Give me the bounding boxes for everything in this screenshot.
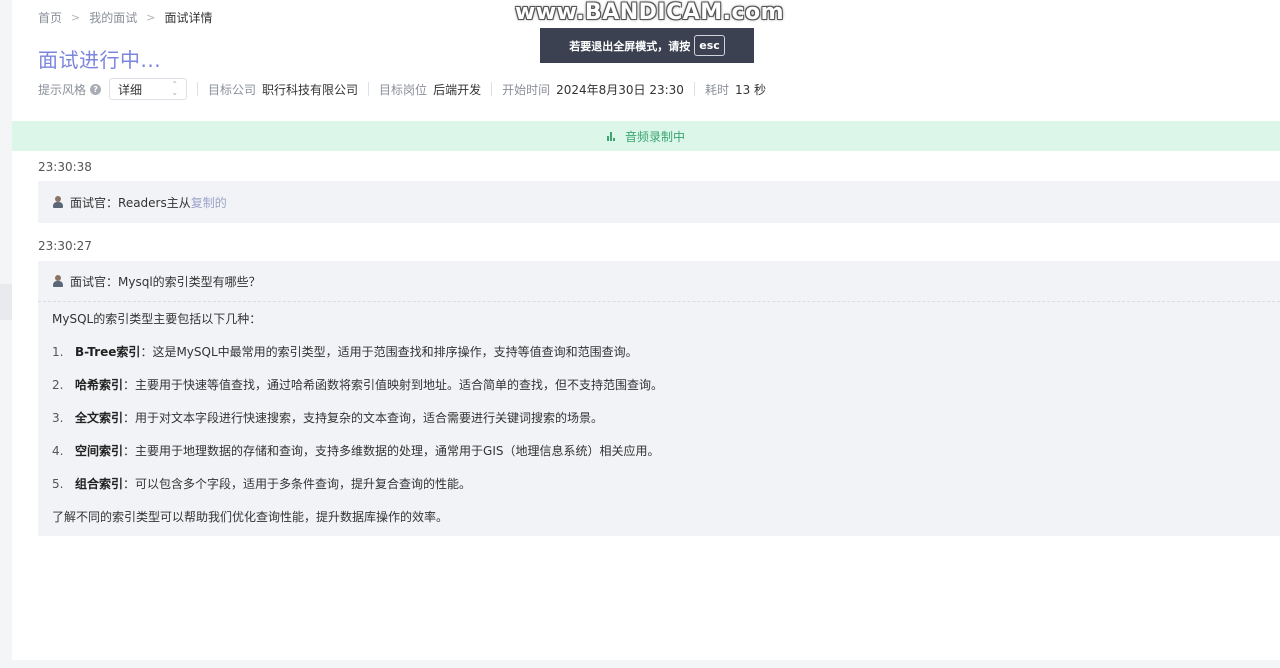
hint-style-label: 提示风格	[38, 82, 87, 97]
esc-key-badge: esc	[694, 35, 725, 56]
answer-outro: 了解不同的索引类型可以帮助我们优化查询性能，提升数据库操作的效率。	[52, 510, 449, 524]
list-item: 3. 全文索引 ：用于对文本字段进行快速搜索，支持复杂的文本查询，适合需要进行关键词…	[52, 411, 604, 425]
interviewer-avatar-icon	[52, 275, 64, 287]
record-timestamp: 23:30:27	[38, 239, 92, 253]
fullscreen-exit-toast: 若要退出全屏模式，请按 esc	[540, 28, 754, 63]
breadcrumb-my-interviews[interactable]: 我的面试	[89, 9, 137, 26]
company-value: 职行科技有限公司	[262, 82, 359, 97]
elapsed-value: 13 秒	[734, 82, 767, 97]
interviewer-prefix: 面试官：	[70, 195, 119, 210]
answer-body: MySQL的索引类型主要包括以下几种： 1. B-Tree索引 ：这是MySQL中最…	[38, 302, 1280, 526]
position-label: 目标岗位	[379, 82, 428, 97]
divider	[693, 82, 695, 96]
breadcrumb-home[interactable]: 首页	[38, 9, 62, 26]
breadcrumb: 首页 > 我的面试 > 面试详情	[38, 8, 212, 26]
divider	[491, 82, 493, 96]
list-item: 5. 组合索引 ：可以包含多个字段，适用于多条件查询，提升复合查询的性能。	[52, 477, 472, 491]
elapsed-label: 耗时	[704, 82, 729, 97]
hint-style-select[interactable]: 详细 ⌃ ⌄	[109, 78, 188, 100]
breadcrumb-separator: >	[71, 10, 81, 24]
divider	[197, 82, 199, 96]
hint-style-value: 详细	[118, 82, 143, 97]
record-timestamp: 23:30:38	[38, 160, 92, 174]
start-time-value: 2024年8月30日 23:30	[556, 82, 684, 97]
up-down-chevron-icon: ⌃ ⌄	[171, 80, 179, 97]
audio-bars-icon	[606, 131, 615, 141]
bottom-edge	[0, 660, 1280, 668]
recording-banner: 音频录制中	[12, 121, 1280, 151]
question-text: Mysql的索引类型有哪些？	[118, 274, 261, 289]
sidebar-active-marker	[0, 284, 12, 320]
recording-status-text: 音频录制中	[624, 129, 685, 144]
interviewer-avatar-icon	[52, 196, 64, 208]
answer-list: 1. B-Tree索引 ：这是MySQL中最常用的索引类型，适用于范围查找和排序操作…	[52, 343, 1266, 493]
start-time-label: 开始时间	[502, 82, 551, 97]
help-icon[interactable]: ?	[90, 83, 102, 95]
divider	[368, 82, 370, 96]
question-line: 面试官： Mysql的索引类型有哪些？	[38, 261, 1280, 302]
breadcrumb-current: 面试详情	[164, 10, 213, 25]
list-item: 2. 哈希索引 ：主要用于快速等值查找，通过哈希函数将索引值映射到地址。适合简单的查…	[52, 378, 664, 392]
list-item: 1. B-Tree索引 ：这是MySQL中最常用的索引类型，适用于范围查找和排序操作…	[52, 345, 638, 359]
answer-intro: MySQL的索引类型主要包括以下几种：	[52, 312, 262, 326]
position-value: 后端开发	[433, 82, 482, 97]
sidebar-edge	[0, 0, 12, 668]
page-title: 面试进行中...	[38, 48, 162, 72]
question-line: 面试官： Readers主从 复制的	[38, 181, 1280, 223]
interviewer-prefix: 面试官：	[70, 274, 119, 289]
question-text-pending: 复制的	[190, 195, 227, 210]
question-card: 面试官： Readers主从 复制的	[38, 181, 1280, 223]
list-item: 4. 空间索引 ：主要用于地理数据的存储和查询，支持多维数据的处理，通常用于GIS（…	[52, 444, 660, 458]
question-text: Readers主从	[118, 195, 191, 210]
recorder-watermark: www.BANDICAM.com	[515, 0, 785, 25]
interview-meta: 提示风格 ? 详细 ⌃ ⌄ 目标公司 职行科技有限公司 目标岗位 后端开发 开始时…	[38, 78, 766, 100]
breadcrumb-separator: >	[146, 10, 156, 24]
toast-text: 若要退出全屏模式，请按	[569, 39, 691, 53]
company-label: 目标公司	[208, 82, 257, 97]
question-card: 面试官： Mysql的索引类型有哪些？ MySQL的索引类型主要包括以下几种： …	[38, 261, 1280, 536]
